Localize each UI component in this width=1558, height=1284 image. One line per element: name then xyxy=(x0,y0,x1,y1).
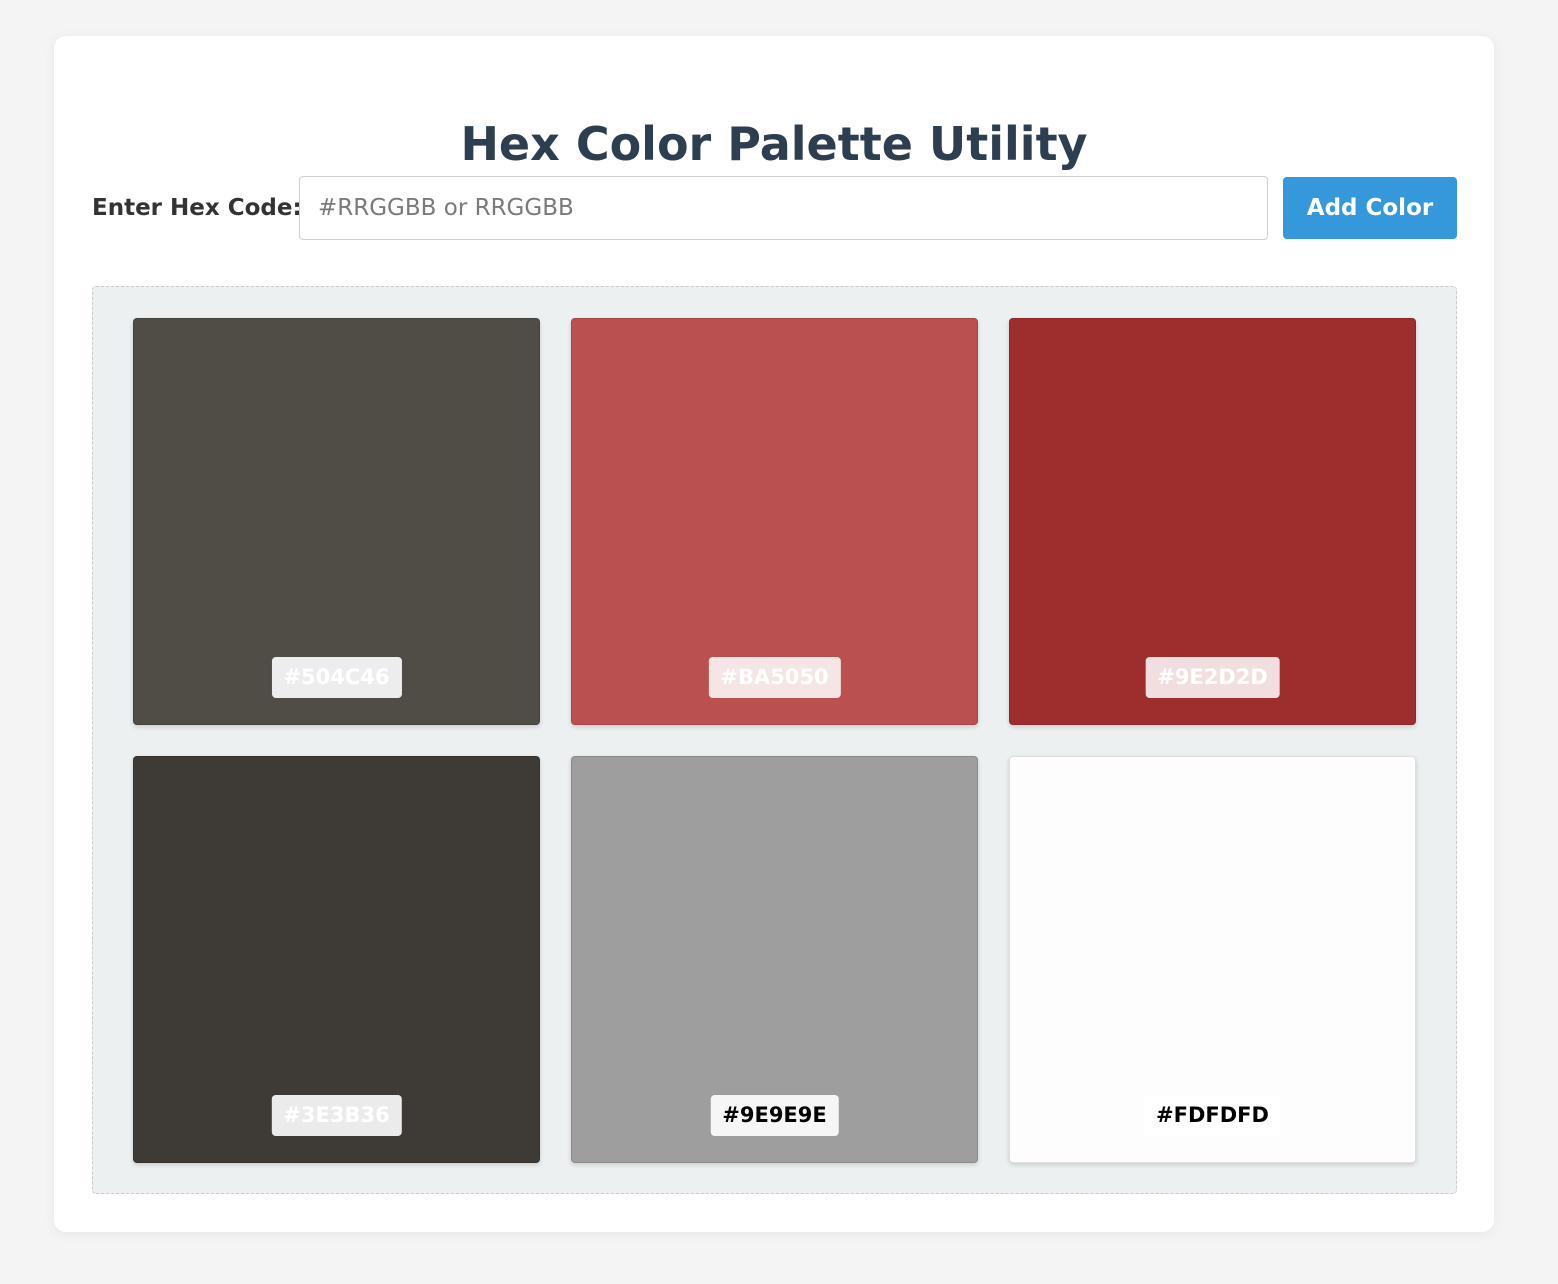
swatch-hex-label: #BA5050 xyxy=(708,657,841,698)
swatch-hex-label: #9E2D2D xyxy=(1145,657,1280,698)
hex-code-input[interactable] xyxy=(299,176,1268,240)
color-swatch[interactable]: #FDFDFD xyxy=(1009,756,1416,1163)
hex-input-row: Enter Hex Code: Add Color xyxy=(92,176,1457,240)
color-swatch[interactable]: #3E3B36 xyxy=(133,756,540,1163)
swatch-hex-label: #504C46 xyxy=(271,657,402,698)
color-swatch[interactable]: #9E9E9E xyxy=(571,756,978,1163)
swatch-hex-label: #3E3B36 xyxy=(271,1095,402,1136)
color-swatch[interactable]: #504C46 xyxy=(133,318,540,725)
hex-input-label: Enter Hex Code: xyxy=(92,195,302,221)
swatch-hex-label: #9E9E9E xyxy=(710,1095,839,1136)
add-color-button[interactable]: Add Color xyxy=(1283,177,1457,239)
color-swatch[interactable]: #9E2D2D xyxy=(1009,318,1416,725)
swatch-hex-label: #FDFDFD xyxy=(1144,1095,1281,1136)
palette-card: Hex Color Palette Utility Enter Hex Code… xyxy=(54,36,1494,1232)
color-swatch[interactable]: #BA5050 xyxy=(571,318,978,725)
palette-grid: #504C46 #BA5050 #9E2D2D #3E3B36 #9E9E9E … xyxy=(92,286,1457,1194)
page-title: Hex Color Palette Utility xyxy=(460,117,1088,171)
